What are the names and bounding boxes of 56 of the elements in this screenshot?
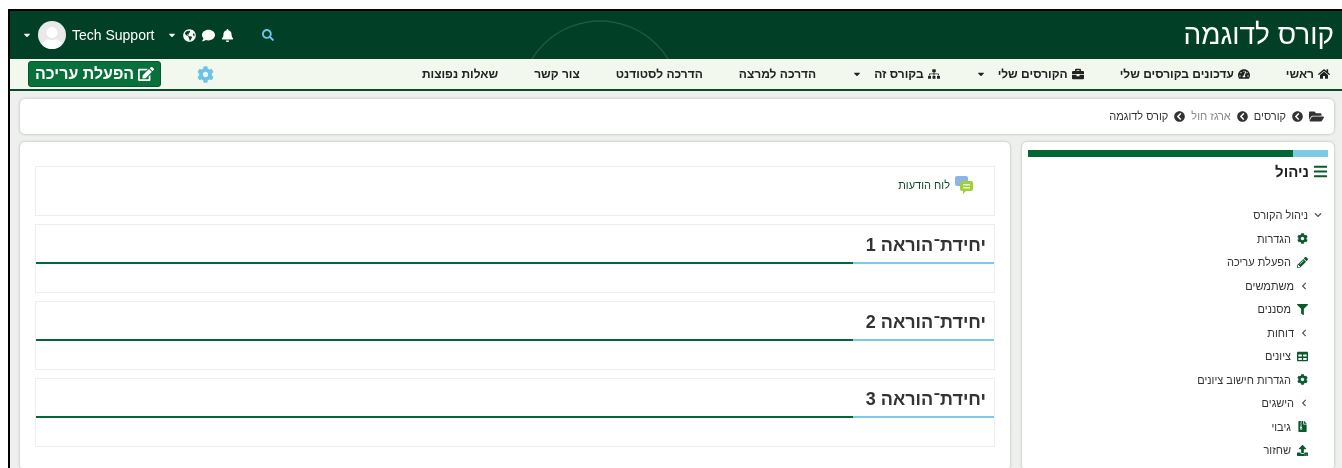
tree-item[interactable]: משתמשים [1245, 274, 1328, 298]
upload-icon [1297, 444, 1308, 456]
tree-item[interactable]: הישגים [1261, 391, 1328, 415]
filter-icon [1297, 303, 1308, 315]
gear-icon [1297, 374, 1308, 386]
tree-item[interactable]: ציונים [1264, 344, 1328, 368]
sitemap-icon [927, 68, 940, 81]
section-heading: יחידת־הוראה 1 [864, 233, 987, 257]
chat-icon[interactable] [201, 28, 215, 42]
chevron-left-icon [1300, 281, 1308, 290]
nav-link[interactable]: צור קשר [534, 67, 580, 82]
tree-item[interactable]: הגדרות [1256, 227, 1328, 251]
chevron-down-icon [1314, 211, 1322, 220]
nav-link[interactable]: עדכונים בקורסים שלי [1119, 67, 1250, 82]
pencil-icon [1297, 256, 1308, 268]
chevron-left-icon [1300, 399, 1308, 408]
gauge-icon [1237, 68, 1250, 81]
course-title: קורס לדוגמה [1183, 19, 1334, 52]
chevron-icon [1292, 110, 1303, 122]
tree-item[interactable]: הפעלת עריכה [1227, 250, 1328, 274]
breadcrumb-link[interactable]: קורסים [1253, 110, 1286, 123]
edit-mode-button[interactable]: הפעלת עריכה [28, 61, 162, 88]
gear-icon [1297, 233, 1308, 245]
forum-link[interactable]: לוח הודעות [898, 174, 974, 195]
chevron-icon [1174, 110, 1186, 122]
bell-icon[interactable] [220, 28, 234, 42]
chat-bubbles-icon [954, 174, 974, 195]
nav-link[interactable]: הדרכה לסטודנט [615, 67, 703, 82]
tree-item[interactable]: גיבוי [1271, 415, 1328, 439]
breadcrumb-link[interactable]: קורס לדוגמה [1109, 110, 1169, 123]
tree-item[interactable]: מסננים [1257, 297, 1328, 321]
edit-icon [138, 66, 155, 83]
file-icon [1297, 421, 1308, 433]
nav-link[interactable]: שאלות נפוצות [421, 67, 499, 82]
chevron-left-icon [1300, 328, 1308, 337]
section-heading: יחידת־הוראה 3 [864, 387, 987, 411]
nav-link[interactable]: הדרכה למרצה [738, 67, 817, 82]
tree-item[interactable]: הגדרות חישוב ציונים [1197, 368, 1328, 392]
tree-item[interactable]: שחזור [1263, 438, 1328, 462]
nav-link[interactable]: בקורס זה [852, 67, 940, 82]
user-name[interactable]: Tech Support [72, 27, 155, 44]
chevron-icon [1236, 110, 1248, 122]
menu-icon [1313, 163, 1328, 179]
tree-item[interactable]: דוחות [1267, 321, 1328, 345]
globe-icon[interactable] [182, 28, 196, 42]
nav-link[interactable]: הקורסים שלי [975, 67, 1084, 82]
briefcase-icon [1071, 68, 1084, 81]
tree-item[interactable]: ניהול הקורס [1253, 203, 1328, 227]
nav-link[interactable]: ראשי [1285, 67, 1330, 82]
table-icon [1297, 350, 1308, 362]
block-title: ניהול [1028, 162, 1328, 180]
search-icon[interactable] [261, 29, 274, 42]
breadcrumb-link[interactable]: ארגז חול [1191, 110, 1231, 123]
section-heading: יחידת־הוראה 2 [864, 310, 987, 334]
home-icon [1318, 68, 1330, 81]
avatar[interactable] [38, 21, 66, 50]
